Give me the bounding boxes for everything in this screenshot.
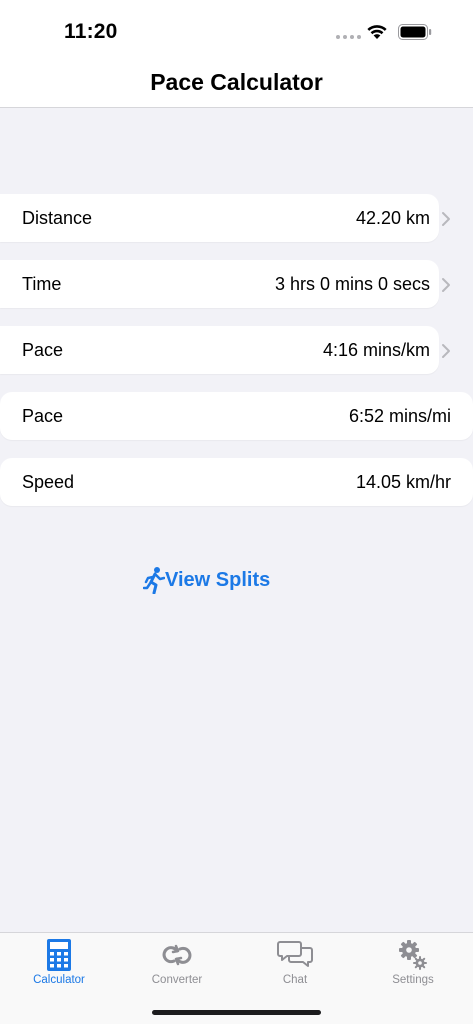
row-label: Pace [22,339,64,360]
navigation-bar: Pace Calculator [0,58,473,108]
settings-icon [399,940,427,970]
chevron-right-icon [442,278,450,292]
page-title: Pace Calculator [150,69,323,95]
tab-calculator[interactable]: Calculator [0,933,118,993]
chevron-right-icon [442,344,450,358]
view-splits-label: View Splits [165,568,271,591]
tab-label: Converter [151,974,203,986]
wifi-icon [367,25,387,39]
tab-chat[interactable]: Chat [236,933,354,993]
status-bar: 11:20 [0,0,473,58]
converter-icon [162,944,192,966]
view-splits-button[interactable]: View Splits [143,566,270,594]
home-indicator [152,1010,321,1015]
row-value: 42.20 km [355,207,430,228]
chevron-right-icon [442,212,450,226]
signal-icon [336,35,361,39]
row-value: 4:16 mins/km [322,339,430,360]
tab-bar: Calculator Converter Chat Settings [0,932,473,1024]
runner-icon [143,567,165,594]
speed-row: Speed 14.05 km/hr [0,458,473,506]
row-label: Pace [22,405,64,426]
calculator-icon [47,939,71,971]
tab-label: Settings [392,974,434,986]
row-value: 6:52 mins/mi [348,405,451,426]
tab-converter[interactable]: Converter [118,933,236,993]
tab-label: Chat [282,974,308,986]
row-value: 3 hrs 0 mins 0 secs [274,273,430,294]
status-time: 11:20 [64,20,118,43]
pace-km-row[interactable]: Pace 4:16 mins/km [0,326,439,374]
pace-mi-row: Pace 6:52 mins/mi [0,392,473,440]
tab-label: Calculator [33,974,85,986]
chat-icon [277,941,313,967]
time-row[interactable]: Time 3 hrs 0 mins 0 secs [0,260,439,308]
row-label: Time [22,273,62,294]
row-value: 14.05 km/hr [355,471,451,492]
row-label: Speed [22,471,75,492]
row-label: Distance [22,207,93,228]
tab-settings[interactable]: Settings [354,933,472,993]
battery-icon [398,24,432,40]
distance-row[interactable]: Distance 42.20 km [0,194,439,242]
